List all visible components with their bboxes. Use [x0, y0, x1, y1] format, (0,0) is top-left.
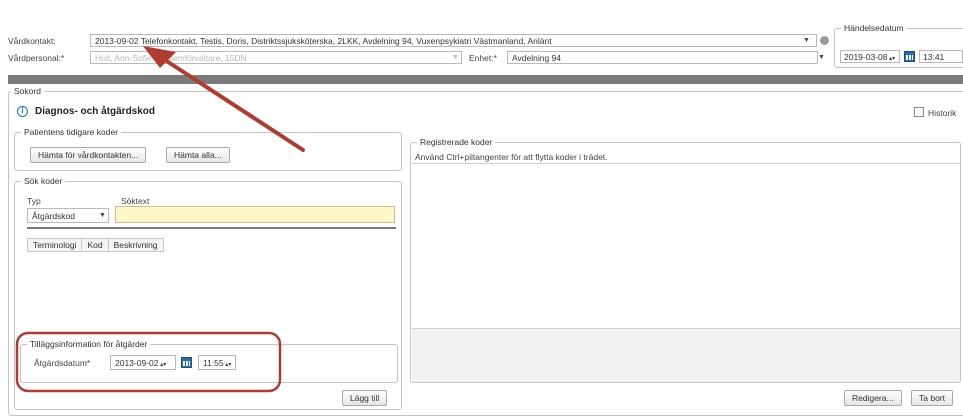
action-date-field[interactable]: 2013-09-02 ▴▾ — [110, 355, 176, 370]
type-select[interactable]: Åtgärdskod — [27, 208, 109, 223]
remove-button[interactable]: Ta bort — [911, 390, 953, 406]
handelsedatum-date-field[interactable]: 2019-03-08 ▴▾ — [840, 50, 900, 63]
searchtext-input[interactable] — [115, 206, 395, 223]
handelsedatum-time-value: 13:41 — [923, 52, 945, 62]
vardpersonal-label: Vårdpersonal:* — [8, 53, 65, 63]
action-date-label: Åtgärdsdatum* — [34, 358, 91, 368]
vardpersonal-select[interactable]: Hult, Ann-Sofie, Systemförvaltare, 15DN — [90, 51, 462, 64]
registered-codes-tree[interactable] — [412, 163, 960, 329]
results-table: Terminologi Kod Beskrivning — [27, 238, 396, 338]
add-button[interactable]: Lägg till — [342, 390, 388, 406]
search-codes-legend: Sök koder — [24, 176, 63, 186]
fetch-contact-button[interactable]: Hämta för vårdkontakten... — [30, 147, 147, 163]
column-header-beskrivning[interactable]: Beskrivning — [108, 238, 164, 252]
info-icon: i — [17, 106, 28, 117]
type-value: Åtgärdskod — [32, 211, 75, 221]
enhet-label: Enhet:* — [469, 53, 497, 63]
fetch-all-button[interactable]: Hämta alla... — [166, 147, 230, 163]
enhet-select[interactable]: Avdelning 94 — [507, 51, 818, 64]
historik-label: Historik — [928, 108, 957, 118]
chevron-down-icon[interactable]: ▼ — [452, 54, 459, 61]
vardpersonal-value: Hult, Ann-Sofie, Systemförvaltare, 15DN — [95, 53, 247, 63]
action-time-value: 11:55 — [203, 358, 224, 368]
calendar-icon[interactable] — [181, 357, 192, 368]
action-date-value: 2013-09-02 — [115, 358, 159, 368]
sokord-legend: Sokord — [14, 86, 41, 96]
page-title: Diagnos- och åtgärdskod — [35, 106, 156, 117]
historik-checkbox[interactable] — [914, 107, 924, 117]
handelsedatum-time-field[interactable]: 13:41 — [919, 50, 963, 63]
vardkontakt-label: Vårdkontakt: — [8, 36, 56, 46]
calendar-icon[interactable] — [904, 51, 915, 62]
chevron-down-icon[interactable]: ▼ — [99, 212, 106, 219]
column-header-kod[interactable]: Kod — [82, 238, 109, 252]
patient-codes-legend: Patientens tidigare koder — [24, 127, 119, 137]
handelsedatum-legend: Händelsedatum — [844, 23, 904, 33]
searchtext-label: Söktext — [121, 196, 150, 206]
type-label: Typ — [27, 196, 41, 206]
registered-hint: Använd Ctrl+piltangenter för att flytta … — [415, 152, 608, 162]
chevron-down-icon[interactable]: ▼ — [803, 37, 810, 44]
divider-bar — [8, 75, 963, 84]
action-time-field[interactable]: 11:55 ▴▾ — [198, 355, 236, 370]
vardkontakt-value: 2013-09-02 Telefonkontakt, Testis, Doris… — [95, 36, 552, 46]
enhet-value: Avdelning 94 — [512, 53, 561, 63]
handelsedatum-date-value: 2019-03-08 — [844, 52, 888, 62]
chevron-down-icon[interactable]: ▼ — [818, 54, 825, 61]
registered-codes-detail — [412, 328, 960, 382]
column-header-terminologi[interactable]: Terminologi — [27, 238, 83, 252]
edit-button[interactable]: Redigera... — [844, 390, 902, 406]
registered-codes-legend: Registrerade koder — [420, 137, 493, 147]
clear-contact-icon[interactable] — [820, 36, 829, 45]
input-divider — [27, 227, 396, 229]
vardkontakt-select[interactable]: 2013-09-02 Telefonkontakt, Testis, Doris… — [90, 34, 817, 47]
additional-info-legend: Tilläggsinformation för åtgärder — [30, 339, 148, 349]
